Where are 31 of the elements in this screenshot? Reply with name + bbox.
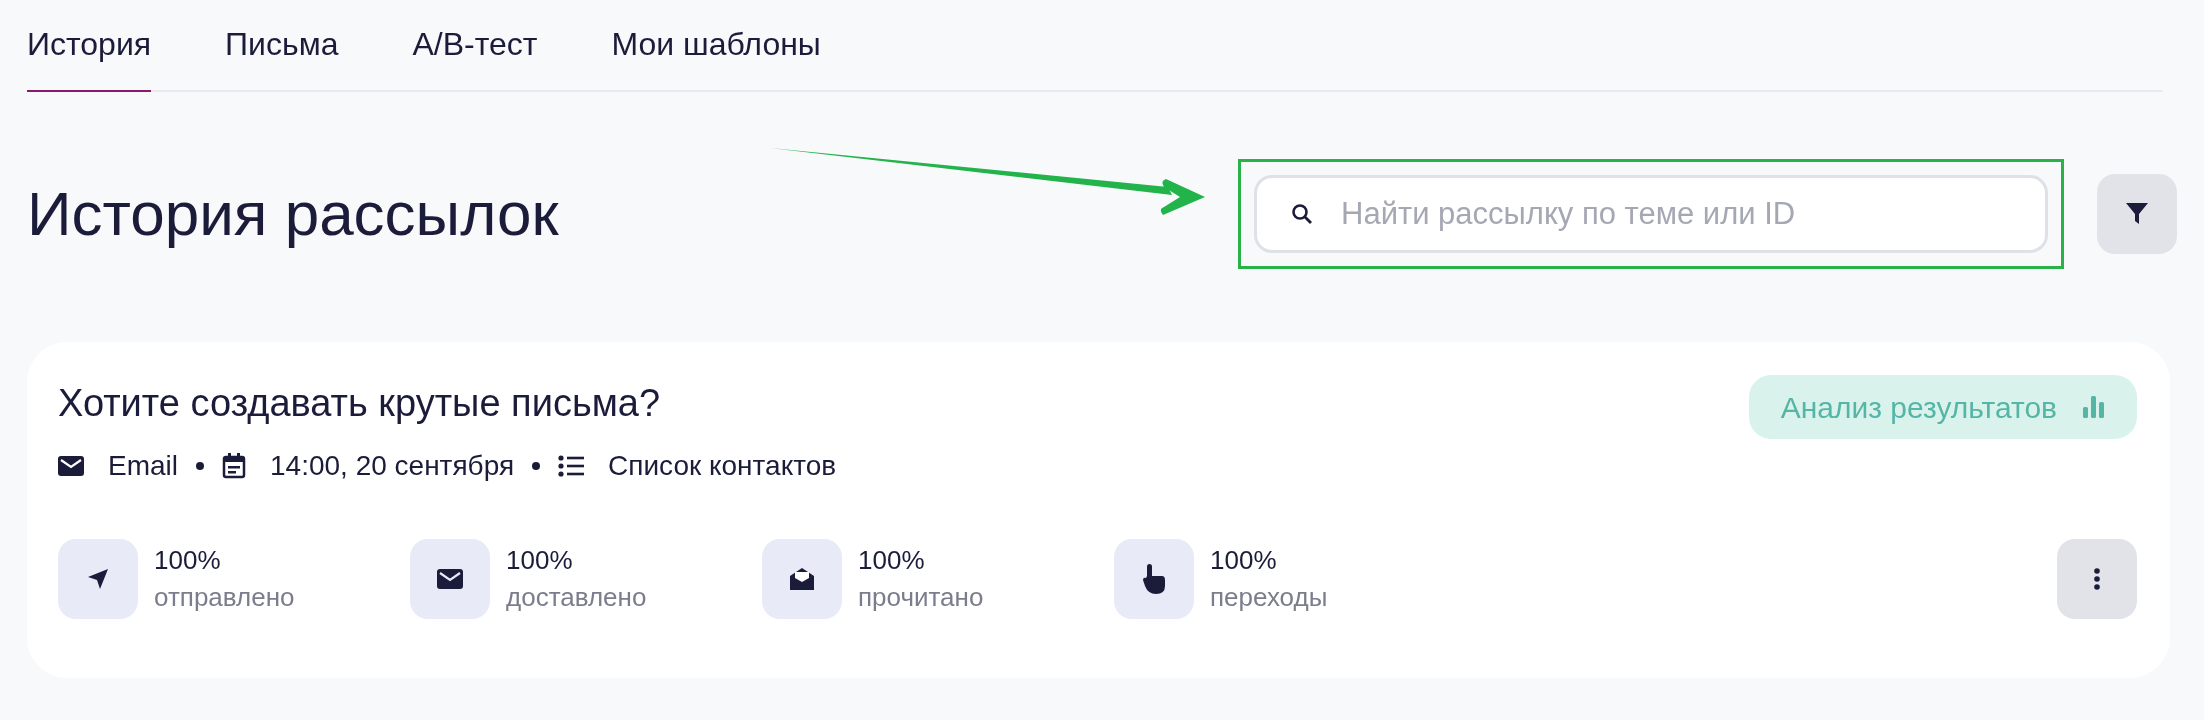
meta-text: 14:00, 20 сентября	[270, 449, 515, 483]
tab[interactable]: Мои шаблоны	[611, 20, 821, 92]
dot-separator	[196, 462, 204, 470]
search-icon	[1291, 203, 1313, 225]
tab[interactable]: История	[27, 20, 152, 92]
paper-plane-icon	[86, 567, 110, 591]
campaign-title: Хотите создавать крутые письма?	[58, 381, 662, 426]
stat-value: 100%	[506, 544, 574, 577]
stat-value: 100%	[154, 544, 222, 577]
stat-value: 100%	[858, 544, 926, 577]
list-icon	[558, 455, 585, 477]
stat-label: переходы	[1210, 581, 1328, 614]
search-field[interactable]: Найти рассылку по теме или ID	[1254, 175, 2048, 253]
tab[interactable]: Письма	[225, 20, 339, 92]
filter-button[interactable]	[2097, 174, 2177, 254]
stat-label: отправлено	[154, 581, 295, 614]
stat-label: доставлено	[506, 581, 647, 614]
open-envelope-icon	[789, 566, 815, 592]
dot-separator	[532, 462, 541, 470]
envelope-icon	[58, 456, 84, 476]
meta-text: Email	[108, 449, 178, 483]
envelope-icon	[437, 569, 463, 589]
pointing-hand-icon	[1142, 564, 1166, 594]
filter-icon	[2126, 203, 2148, 225]
stat-label: прочитано	[858, 581, 984, 614]
more-icon	[2094, 568, 2100, 590]
stat-value: 100%	[1210, 544, 1278, 577]
tab[interactable]: A/B-тест	[412, 20, 538, 92]
meta-text: Список контактов	[608, 449, 837, 483]
calendar-icon	[222, 453, 246, 479]
bar-chart-icon	[2083, 396, 2105, 418]
